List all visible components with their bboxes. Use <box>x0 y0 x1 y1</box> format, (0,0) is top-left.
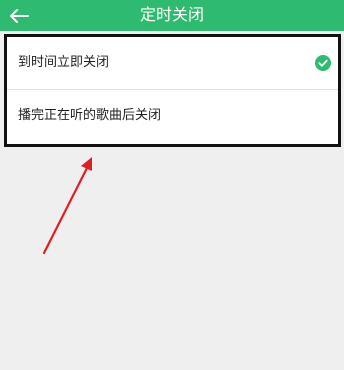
annotation-arrow-icon <box>42 157 92 255</box>
